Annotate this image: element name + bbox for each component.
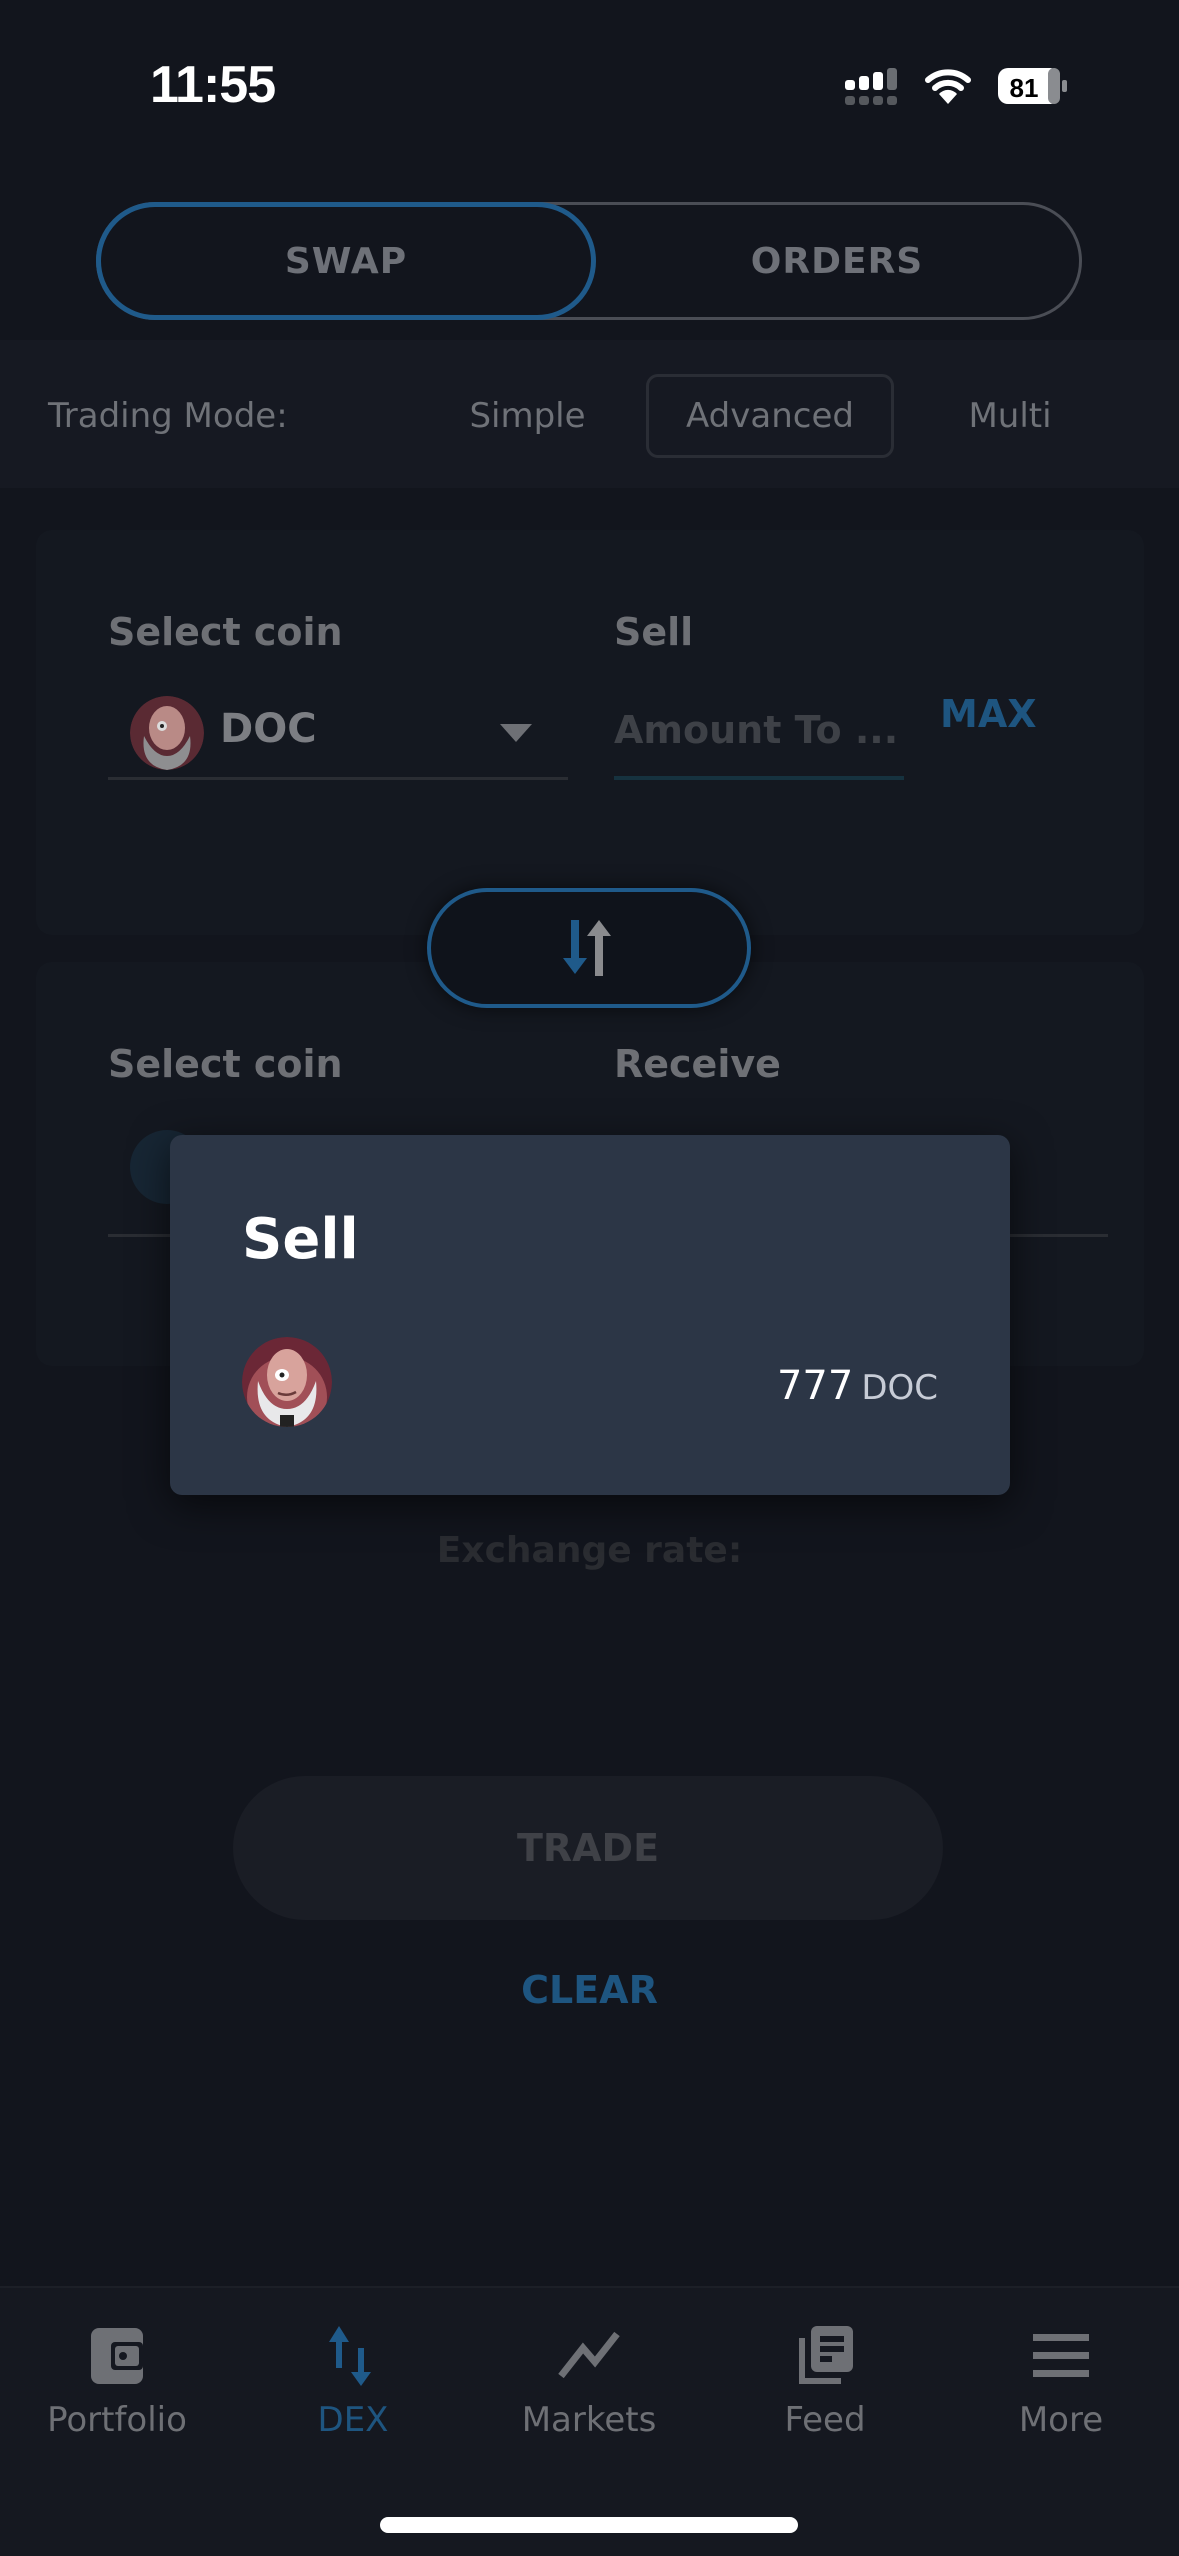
battery-icon: 81: [998, 68, 1067, 104]
nav-feed-label: Feed: [784, 2400, 866, 2440]
swap-direction-icon: [563, 920, 611, 976]
nav-more-label: More: [1018, 2400, 1104, 2440]
cellular-signal-icon: [845, 68, 897, 105]
mode-multi[interactable]: Multi: [945, 374, 1075, 458]
popup-balance-amount: 777: [776, 1363, 854, 1409]
sell-coin-select[interactable]: DOC: [108, 690, 568, 780]
home-indicator[interactable]: [380, 2517, 798, 2533]
trading-mode-label: Trading Mode:: [48, 396, 288, 436]
nav-dex-label: DEX: [317, 2400, 389, 2440]
trading-mode-bar: Trading Mode: Simple Advanced Multi: [0, 340, 1179, 488]
mode-simple[interactable]: Simple: [460, 374, 595, 458]
sell-amount-placeholder: Amount To ...: [614, 708, 899, 752]
wifi-icon: [925, 69, 971, 104]
popup-coin-balance: 777 DOC: [777, 1363, 938, 1409]
sell-select-coin-label: Select coin: [108, 610, 343, 654]
nav-markets[interactable]: Markets: [489, 2324, 689, 2440]
caret-down-icon: [500, 724, 532, 742]
trade-button[interactable]: TRADE: [233, 1776, 943, 1920]
doc-coin-icon: [242, 1337, 332, 1427]
doc-coin-icon: [130, 696, 204, 770]
sell-amount-label: Sell: [614, 610, 694, 654]
nav-portfolio[interactable]: Portfolio: [17, 2324, 217, 2440]
tab-swap[interactable]: SWAP: [96, 202, 596, 320]
swap-orders-toggle: SWAP ORDERS: [96, 202, 1082, 320]
popup-coin-item[interactable]: 777 DOC: [170, 1325, 1010, 1435]
sell-coin-popup: Sell 777 DOC: [170, 1135, 1010, 1495]
svg-text:81: 81: [1010, 73, 1039, 103]
nav-feed[interactable]: Feed: [725, 2324, 925, 2440]
sell-coin-name: DOC: [220, 706, 317, 752]
chart-line-icon: [558, 2331, 620, 2379]
news-feed-icon: [799, 2326, 853, 2384]
receive-select-coin-label: Select coin: [108, 1042, 343, 1086]
nav-portfolio-label: Portfolio: [47, 2400, 187, 2440]
popup-title: Sell: [242, 1207, 359, 1272]
nav-dex[interactable]: DEX: [253, 2324, 453, 2440]
max-button[interactable]: MAX: [940, 692, 1037, 736]
wallet-icon: [91, 2328, 143, 2384]
clear-button[interactable]: CLEAR: [0, 1968, 1179, 2012]
swap-direction-button[interactable]: [427, 888, 751, 1008]
mode-advanced[interactable]: Advanced: [646, 374, 894, 458]
swap-arrows-icon: [329, 2326, 371, 2386]
menu-icon: [1033, 2334, 1089, 2377]
nav-markets-label: Markets: [521, 2400, 657, 2440]
nav-more[interactable]: More: [961, 2324, 1161, 2440]
sell-amount-input[interactable]: Amount To ...: [614, 690, 904, 780]
popup-balance-ticker: DOC: [861, 1368, 938, 1408]
receive-amount-label: Receive: [614, 1042, 781, 1086]
status-bar: 11:55 81: [0, 0, 1179, 170]
status-time: 11:55: [150, 56, 276, 114]
sell-card: Select coin Sell DOC Amount To ... MAX: [36, 530, 1144, 935]
exchange-rate-label: Exchange rate:: [436, 1530, 743, 1571]
tab-orders[interactable]: ORDERS: [589, 202, 1085, 320]
bottom-nav: Portfolio DEX Markets Feed More: [0, 2286, 1179, 2556]
